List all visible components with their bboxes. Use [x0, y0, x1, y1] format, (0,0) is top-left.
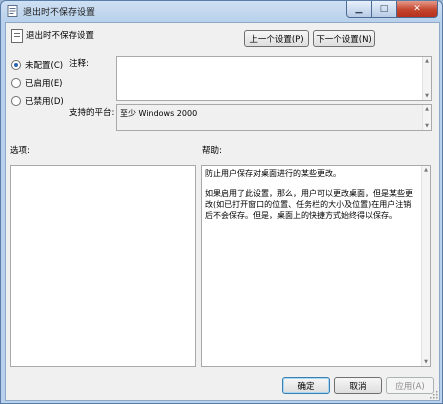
maximize-icon: □	[379, 4, 389, 14]
supported-platform-field: 至少 Windows 2000 ▲ ▼	[116, 104, 432, 131]
caption-buttons: ▁ □ ✕	[346, 1, 438, 18]
close-icon: ✕	[413, 4, 421, 14]
radio-not-configured-indicator[interactable]	[11, 60, 21, 70]
scroll-up-icon[interactable]: ▲	[423, 105, 431, 113]
radio-disabled-label: 已禁用(D)	[25, 97, 64, 107]
supported-platform-value: 至少 Windows 2000	[120, 109, 198, 118]
scroll-up-icon[interactable]: ▲	[422, 166, 430, 174]
title-bar[interactable]: 退出时不保存设置 ▁ □ ✕	[1, 1, 442, 23]
minimize-icon: ▁	[355, 4, 363, 14]
scroll-down-icon[interactable]: ▼	[423, 122, 431, 130]
dialog-client-area: 退出时不保存设置 上一个设置(P) 下一个设置(N) 未配置(C) 已启用(E)…	[5, 22, 440, 401]
ok-button[interactable]: 确定	[282, 377, 330, 394]
platform-scrollbar[interactable]: ▲ ▼	[422, 105, 431, 130]
scroll-down-icon[interactable]: ▼	[422, 358, 430, 366]
resize-grip-icon[interactable]	[430, 391, 438, 399]
comment-textarea[interactable]: ▲ ▼	[116, 56, 432, 101]
minimize-button[interactable]: ▁	[346, 1, 372, 18]
help-text: 防止用户保存对桌面进行的某些更改。 如果启用了此设置，那么，用户可以更改桌面，但…	[205, 168, 419, 230]
help-panel[interactable]: 防止用户保存对桌面进行的某些更改。 如果启用了此设置，那么，用户可以更改桌面，但…	[201, 165, 431, 367]
dialog-window: 退出时不保存设置 ▁ □ ✕ 退出时不保存设置 上一个设置(P) 下一个设置(N…	[0, 0, 443, 404]
radio-enabled[interactable]: 已启用(E)	[11, 77, 63, 89]
setting-icon	[11, 29, 23, 43]
radio-enabled-label: 已启用(E)	[25, 79, 63, 89]
window-title: 退出时不保存设置	[23, 8, 96, 18]
comment-scrollbar[interactable]: ▲ ▼	[422, 57, 431, 100]
options-label: 选项:	[10, 146, 30, 156]
close-button[interactable]: ✕	[397, 1, 438, 18]
next-setting-button[interactable]: 下一个设置(N)	[313, 30, 375, 47]
radio-disabled[interactable]: 已禁用(D)	[11, 95, 64, 107]
maximize-button[interactable]: □	[372, 1, 397, 18]
radio-disabled-indicator[interactable]	[11, 96, 21, 106]
supported-platform-label: 支持的平台:	[69, 108, 115, 118]
radio-not-configured-label: 未配置(C)	[25, 61, 64, 71]
help-paragraph: 防止用户保存对桌面进行的某些更改。	[205, 169, 341, 178]
help-label: 帮助:	[202, 146, 222, 156]
setting-name: 退出时不保存设置	[26, 31, 95, 41]
radio-enabled-indicator[interactable]	[11, 78, 21, 88]
radio-not-configured[interactable]: 未配置(C)	[11, 59, 63, 71]
policy-setting-icon	[7, 5, 18, 17]
options-panel	[10, 165, 196, 367]
apply-button: 应用(A)	[386, 377, 434, 394]
comment-label: 注释:	[69, 59, 89, 69]
scroll-down-icon[interactable]: ▼	[423, 92, 431, 100]
help-scrollbar[interactable]: ▲ ▼	[421, 166, 430, 366]
scroll-up-icon[interactable]: ▲	[423, 57, 431, 65]
help-paragraph: 如果启用了此设置，那么，用户可以更改桌面，但是某些更改(如已打开窗口的位置、任务…	[205, 189, 413, 220]
cancel-button[interactable]: 取消	[334, 377, 382, 394]
previous-setting-button[interactable]: 上一个设置(P)	[244, 30, 309, 47]
